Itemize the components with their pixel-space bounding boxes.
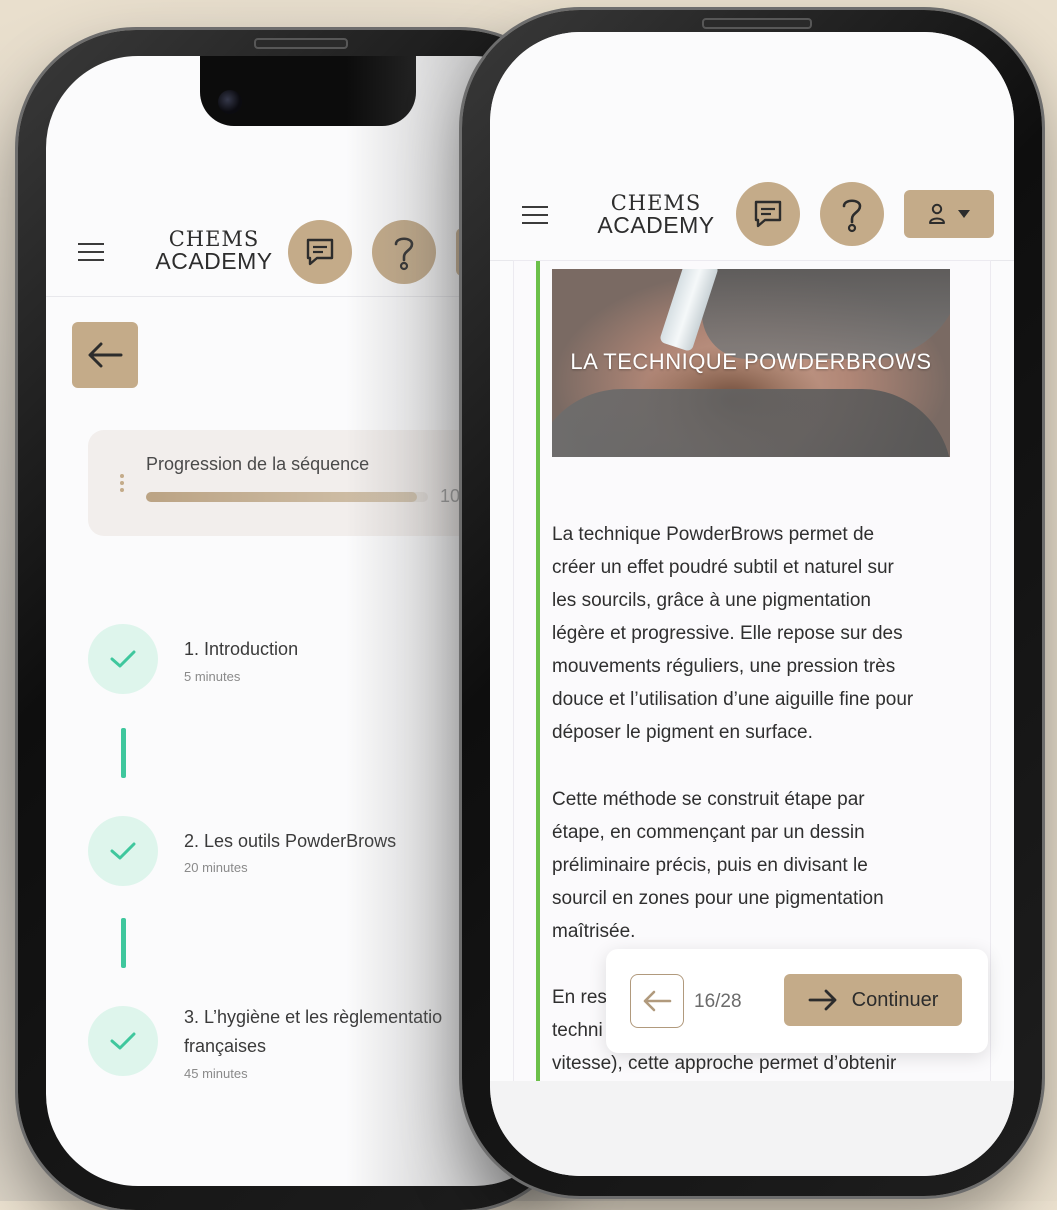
step-duration: 45 minutes — [184, 1066, 248, 1081]
step-duration: 20 minutes — [184, 860, 248, 875]
bottom-area — [490, 1081, 1014, 1176]
step-complete-icon — [88, 1006, 158, 1076]
chat-icon — [306, 238, 334, 266]
content-accent-bar — [536, 261, 540, 1081]
brand-logo: CHEMS ACADEMY — [155, 227, 273, 274]
step-complete-icon — [88, 624, 158, 694]
chat-button[interactable] — [288, 220, 352, 284]
brand-logo: CHEMS ACADEMY — [597, 191, 715, 238]
continue-button[interactable]: Continuer — [784, 974, 962, 1026]
drag-handle-icon[interactable] — [120, 474, 124, 495]
user-icon — [929, 203, 945, 224]
user-menu-button[interactable] — [904, 190, 994, 238]
arrow-left-icon — [643, 990, 672, 1012]
progress-title: Progression de la séquence — [146, 454, 370, 474]
arrow-left-icon — [88, 342, 123, 368]
help-button[interactable] — [820, 182, 884, 246]
step-title-line2: françaises — [184, 1036, 267, 1056]
page-counter: 16/28 — [694, 991, 742, 1012]
chat-icon — [754, 200, 782, 228]
menu-icon[interactable] — [78, 243, 104, 267]
paragraph-1: La technique PowderBrows permet de créer… — [552, 524, 914, 743]
paragraph-2: Cette méthode se construit étape par éta… — [552, 789, 884, 942]
phone-right: CHEMS ACADEMY LA TECHNIQUE POWDERBROWS L… — [462, 10, 1042, 1196]
lesson-navigation: 16/28 Continuer — [606, 949, 988, 1053]
previous-page-button[interactable] — [630, 974, 684, 1028]
continue-label: Continuer — [851, 988, 939, 1011]
step-connector — [121, 728, 126, 778]
question-icon — [842, 199, 862, 233]
chat-button[interactable] — [736, 182, 800, 246]
chevron-down-icon — [958, 210, 970, 218]
step-duration: 5 minutes — [184, 669, 241, 684]
right-screen: CHEMS ACADEMY LA TECHNIQUE POWDERBROWS L… — [490, 32, 1014, 1176]
image-caption: LA TECHNIQUE POWDERBROWS — [570, 349, 932, 374]
menu-icon[interactable] — [522, 206, 548, 230]
step-title[interactable]: 1. Introduction — [184, 636, 298, 662]
step-connector — [121, 918, 126, 968]
lesson-image: LA TECHNIQUE POWDERBROWS — [552, 269, 950, 457]
right-header: CHEMS ACADEMY — [490, 32, 1014, 260]
arrow-right-icon — [808, 989, 837, 1011]
step-complete-icon — [88, 816, 158, 886]
back-button[interactable] — [72, 322, 138, 388]
